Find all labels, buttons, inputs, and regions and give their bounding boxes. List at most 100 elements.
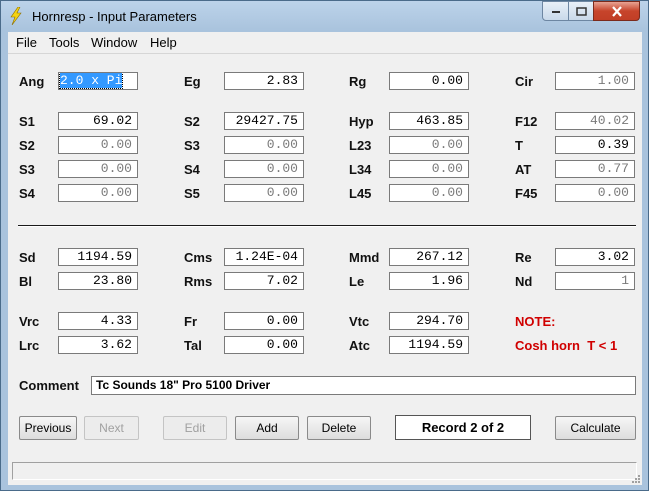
label-bl: Bl [19,274,32,289]
cms-field[interactable]: 1.24E-04 [224,248,304,266]
label-s2: S2 [19,138,35,153]
mmd-field[interactable]: 267.12 [389,248,469,266]
ang-value: 2.0 x Pi [59,73,124,89]
status-panel [12,462,637,480]
label-fr: Fr [184,314,197,329]
label-s4: S4 [19,186,35,201]
rms-field[interactable]: 7.02 [224,272,304,290]
record-indicator: Record 2 of 2 [395,415,531,440]
label-vtc: Vtc [349,314,370,329]
label-rg: Rg [349,74,367,89]
note-title: NOTE: [515,314,556,329]
label-le: Le [349,274,365,289]
label-f12: F12 [515,114,538,129]
lightning-bolt-icon [10,7,22,25]
comment-field[interactable]: Tc Sounds 18" Pro 5100 Driver [91,376,636,395]
label-vrc: Vrc [19,314,40,329]
note-text: Cosh horn T < 1 [515,338,618,353]
fr-field[interactable]: 0.00 [224,312,304,330]
label-rms: Rms [184,274,213,289]
delete-button[interactable]: Delete [307,416,371,440]
label-ang: Ang [19,74,45,89]
resize-grip-icon[interactable] [629,472,641,484]
s2-field[interactable]: 0.00 [58,136,138,154]
edit-button[interactable]: Edit [163,416,227,440]
label-atc: Atc [349,338,370,353]
label-s4-right: S4 [184,162,200,177]
label-f45: F45 [515,186,538,201]
label-l34: L34 [349,162,372,177]
label-cir: Cir [515,74,534,89]
label-s5: S5 [184,186,200,201]
close-icon [611,5,622,17]
le-field[interactable]: 1.96 [389,272,469,290]
bl-field[interactable]: 23.80 [58,272,138,290]
minimize-button[interactable] [542,1,569,21]
label-hyp: Hyp [349,114,374,129]
label-lrc: Lrc [19,338,40,353]
label-eg: Eg [184,74,201,89]
re-field[interactable]: 3.02 [555,248,635,266]
lrc-field[interactable]: 3.62 [58,336,138,354]
minimize-icon [551,11,560,13]
menu-file[interactable]: File [16,35,37,50]
tal-field[interactable]: 0.00 [224,336,304,354]
label-s3-right: S3 [184,138,200,153]
next-button[interactable]: Next [84,416,139,440]
menu-help[interactable]: Help [150,35,177,50]
menu-window[interactable]: Window [91,35,137,50]
nd-field[interactable]: 1 [555,272,635,290]
f12-field[interactable]: 40.02 [555,112,635,130]
label-cms: Cms [184,250,213,265]
maximize-icon [575,6,587,16]
window-title: Hornresp - Input Parameters [32,9,197,24]
menu-tools[interactable]: Tools [49,35,79,50]
hyp-field[interactable]: 463.85 [389,112,469,130]
label-mmd: Mmd [349,250,380,265]
add-button[interactable]: Add [235,416,299,440]
label-at: AT [515,162,532,177]
label-l23: L23 [349,138,372,153]
calculate-button[interactable]: Calculate [555,416,636,440]
previous-button[interactable]: Previous [19,416,77,440]
main-window: Hornresp - Input Parameters File Tools W… [0,0,649,491]
status-bar [8,458,642,485]
close-button[interactable] [593,1,640,21]
s4-right-field[interactable]: 0.00 [224,160,304,178]
maximize-button[interactable] [568,1,594,21]
l34-field[interactable]: 0.00 [389,160,469,178]
label-comment: Comment [19,378,79,393]
label-t: T [515,138,523,153]
label-sd: Sd [19,250,36,265]
at-field[interactable]: 0.77 [555,160,635,178]
s4-field[interactable]: 0.00 [58,184,138,202]
s2-right-field[interactable]: 29427.75 [224,112,304,130]
f45-field[interactable]: 0.00 [555,184,635,202]
s5-field[interactable]: 0.00 [224,184,304,202]
label-s1: S1 [19,114,35,129]
section-divider [18,225,636,227]
title-bar[interactable]: Hornresp - Input Parameters [1,1,648,32]
s1-field[interactable]: 69.02 [58,112,138,130]
label-tal: Tal [184,338,202,353]
l23-field[interactable]: 0.00 [389,136,469,154]
input-parameters-panel: Ang 2.0 x Pi Eg 2.83 Rg 0.00 Cir 1.00 S1… [8,54,642,458]
atc-field[interactable]: 1194.59 [389,336,469,354]
ang-field[interactable]: 2.0 x Pi [58,72,138,90]
t-field[interactable]: 0.39 [555,136,635,154]
vtc-field[interactable]: 294.70 [389,312,469,330]
s3-field[interactable]: 0.00 [58,160,138,178]
cir-field[interactable]: 1.00 [555,72,635,90]
eg-field[interactable]: 2.83 [224,72,304,90]
sd-field[interactable]: 1194.59 [58,248,138,266]
vrc-field[interactable]: 4.33 [58,312,138,330]
label-s2-right: S2 [184,114,200,129]
l45-field[interactable]: 0.00 [389,184,469,202]
label-s3: S3 [19,162,35,177]
menu-bar: File Tools Window Help [8,32,642,54]
s3-right-field[interactable]: 0.00 [224,136,304,154]
label-l45: L45 [349,186,372,201]
rg-field[interactable]: 0.00 [389,72,469,90]
label-re: Re [515,250,532,265]
label-nd: Nd [515,274,533,289]
